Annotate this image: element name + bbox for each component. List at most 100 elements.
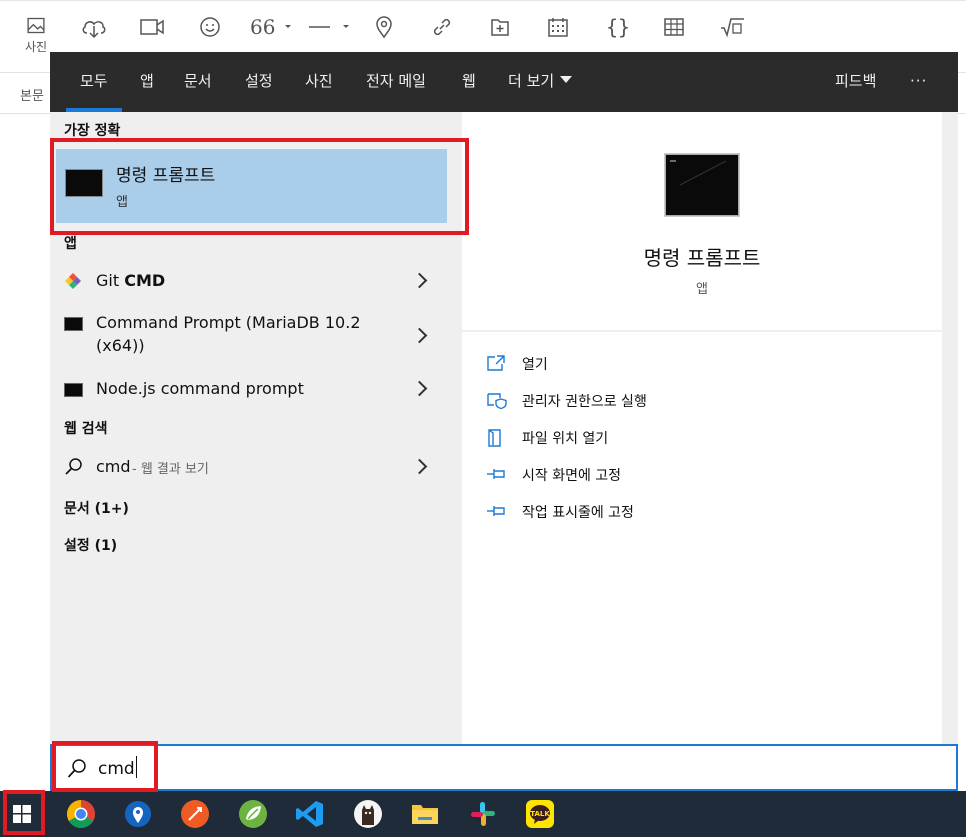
vscode-icon[interactable]: [293, 797, 327, 831]
file-explorer-icon[interactable]: [408, 797, 442, 831]
image-icon: [27, 17, 45, 34]
feedback-link[interactable]: 피드백: [835, 52, 876, 112]
place-button[interactable]: [364, 15, 404, 55]
pin-icon: [487, 469, 505, 479]
divider-button[interactable]: [306, 15, 356, 55]
app-name: Command Prompt (MariaDB 10.2 (x64)): [96, 311, 361, 357]
search-input-value: cmd: [98, 759, 135, 779]
smiley-icon: [200, 17, 220, 37]
text-cursor: [135, 756, 137, 778]
upload-button[interactable]: [74, 15, 114, 55]
table-icon: [664, 18, 684, 36]
svg-text:{}: {}: [606, 15, 628, 39]
spring-logo: [239, 800, 267, 828]
best-match-heading: 가장 정확: [64, 123, 121, 139]
pin-to-start-label: 시작 화면에 고정: [522, 468, 622, 484]
chevron-down-icon: [560, 76, 573, 83]
start-button[interactable]: [0, 791, 44, 837]
app-result-mariadb-prompt[interactable]: Command Prompt (MariaDB 10.2 (x64)): [50, 304, 462, 364]
tab-all[interactable]: 모두: [66, 52, 122, 112]
apps-heading: 앱: [64, 236, 77, 252]
best-match-name: 명령 프롬프트: [116, 166, 216, 186]
tab-photos[interactable]: 사진: [305, 52, 333, 112]
preview-pane: 명령 프롬프트 앱 열기 관리자 권한으로 실행 파일 위치 열기 시작 화면에…: [462, 112, 942, 744]
tab-more-label: 더 보기: [508, 72, 555, 90]
emoji-button[interactable]: [190, 15, 230, 55]
search-filter-tabs: 모두 앱 문서 설정 사진 전자 메일 웹 더 보기 피드백 ···: [50, 52, 958, 112]
open-icon: [487, 355, 505, 371]
command-prompt-large-icon: [665, 154, 739, 216]
settings-group[interactable]: 설정 (1): [64, 535, 117, 555]
link-button[interactable]: [422, 15, 462, 55]
chevron-right-icon[interactable]: [411, 327, 428, 344]
pin-to-taskbar-label: 작업 표시줄에 고정: [522, 505, 634, 521]
schedule-button[interactable]: [538, 15, 578, 55]
command-prompt-icon: [65, 169, 103, 197]
location-pin-icon: [376, 16, 392, 39]
maps-pin-icon[interactable]: [121, 797, 155, 831]
kakaotalk-logo: TALK: [526, 800, 554, 828]
results-list: 가장 정확 명령 프롬프트 앱 앱 Git CMD Command Prompt…: [50, 112, 462, 744]
sqrt-icon: [721, 18, 744, 38]
chevron-right-icon[interactable]: [411, 458, 428, 475]
chevron-right-icon[interactable]: [411, 272, 428, 289]
open-label: 열기: [522, 357, 548, 373]
file-location-icon: [488, 429, 501, 447]
add-file-icon: [491, 19, 509, 36]
quote-button[interactable]: 66: [248, 15, 298, 55]
code-button[interactable]: {}: [596, 15, 636, 55]
tab-settings[interactable]: 설정: [245, 52, 273, 112]
table-button[interactable]: [654, 15, 694, 55]
web-search-heading: 웹 검색: [64, 421, 108, 437]
tab-more[interactable]: 더 보기: [508, 52, 573, 112]
best-match-result[interactable]: 명령 프롬프트 앱: [56, 149, 447, 223]
tab-documents[interactable]: 문서: [184, 52, 212, 112]
more-options-icon[interactable]: ···: [910, 52, 927, 112]
app-name: Git CMD: [96, 269, 165, 292]
web-search-result[interactable]: cmd - 웹 결과 보기: [50, 448, 462, 486]
search-input[interactable]: cmd: [98, 756, 137, 780]
photo-button[interactable]: 사진: [16, 15, 56, 55]
tab-web[interactable]: 웹: [462, 52, 476, 112]
search-icon: [67, 759, 86, 778]
prompt-glyph: [670, 160, 727, 186]
spring-icon[interactable]: [236, 797, 270, 831]
app-result-nodejs-prompt[interactable]: Node.js command prompt: [50, 370, 462, 408]
panel-edge: [942, 112, 958, 744]
vscode-logo: [296, 801, 323, 827]
app-name-bold: CMD: [124, 271, 166, 290]
preview-subtitle: 앱: [696, 282, 708, 297]
quote-icon: 66: [250, 15, 291, 39]
command-prompt-icon: [64, 317, 83, 331]
file-button[interactable]: [480, 15, 520, 55]
tab-apps[interactable]: 앱: [140, 52, 154, 112]
postman-logo: [181, 800, 209, 828]
photo-label: 사진: [24, 40, 48, 54]
web-results-suffix: - 웹 결과 보기: [132, 462, 209, 477]
web-query: cmd: [96, 457, 131, 476]
git-cmd-icon: [65, 273, 81, 289]
app-name-line2: (x64)): [96, 336, 145, 355]
cat-logo: [354, 800, 382, 828]
run-as-admin-label: 관리자 권한으로 실행: [522, 394, 647, 410]
app-result-git-cmd[interactable]: Git CMD: [50, 258, 462, 302]
chrome-icon[interactable]: [64, 797, 98, 831]
app-name: Node.js command prompt: [96, 379, 304, 398]
documents-group[interactable]: 문서 (1+): [64, 498, 129, 518]
command-prompt-icon: [64, 383, 83, 397]
taskbar-search-box[interactable]: cmd: [50, 744, 958, 791]
tab-email[interactable]: 전자 메일: [366, 52, 426, 112]
horizontal-line-icon: [309, 25, 349, 28]
postman-icon[interactable]: [178, 797, 212, 831]
body-style-label[interactable]: 본문: [20, 85, 44, 104]
kakaotalk-icon[interactable]: TALK: [523, 797, 557, 831]
cat-app-icon[interactable]: [351, 797, 385, 831]
maps-pin-logo: [125, 801, 151, 827]
slack-icon[interactable]: [466, 797, 500, 831]
app-name-prefix: Git: [96, 271, 125, 290]
chevron-right-icon[interactable]: [411, 380, 428, 397]
formula-button[interactable]: [712, 15, 752, 55]
preview-divider: [462, 330, 942, 332]
video-button[interactable]: [132, 15, 172, 55]
video-icon: [140, 19, 164, 35]
